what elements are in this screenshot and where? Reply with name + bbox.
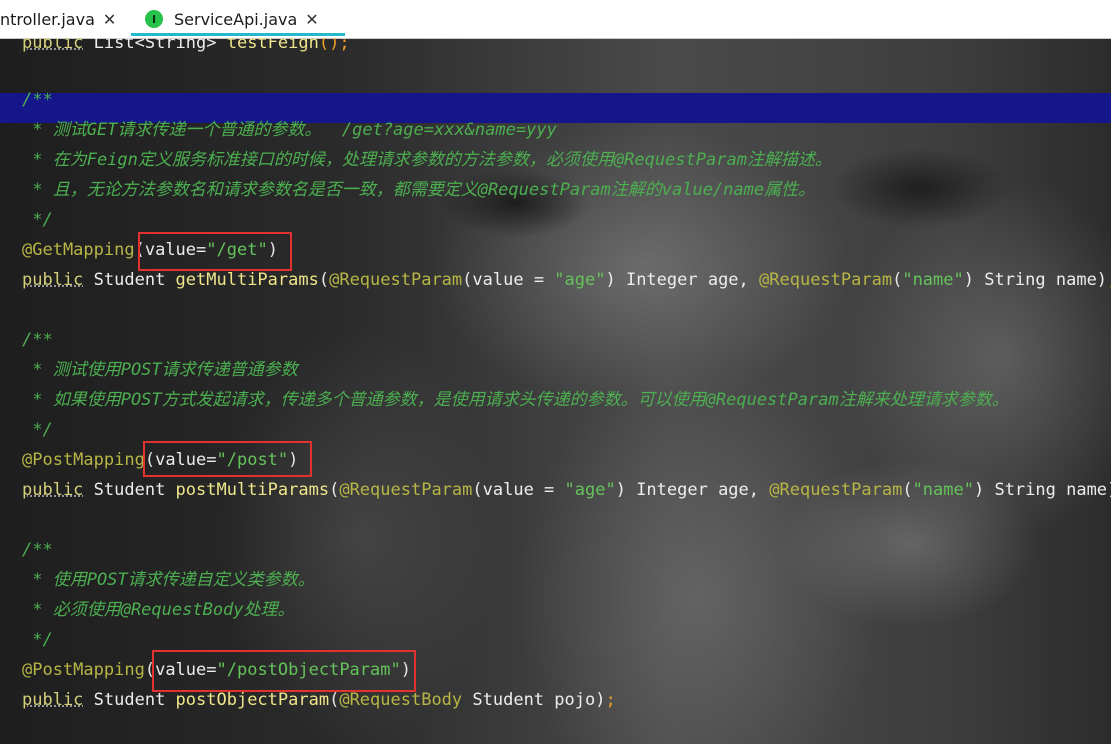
code-text: value = [482, 480, 565, 500]
code-line: public Student postMultiParams(@RequestP… [22, 475, 1111, 505]
annotation: @RequestParam [759, 270, 893, 290]
comment-line: * 测试使用POST请求传递普通参数 [22, 360, 298, 380]
close-icon[interactable]: ✕ [305, 10, 318, 29]
keyword: public [22, 38, 84, 53]
code-text: ( [892, 270, 903, 290]
code-text: ; [1107, 270, 1111, 290]
code-text: ) Integer age, [615, 480, 770, 500]
highlight-box [138, 232, 292, 271]
code-editor[interactable]: public List<String> testFeign(); /** * 测… [0, 38, 1111, 744]
code-text: ) Integer age, [605, 270, 760, 290]
comment-line: * 必须使用@RequestBody处理。 [22, 600, 295, 620]
code-text: ; [605, 690, 616, 710]
code-text: ( [329, 690, 340, 710]
code-text: ( [318, 270, 330, 290]
code-text: ( [329, 480, 340, 500]
interface-icon: I [145, 10, 163, 28]
method-name: postMultiParams [175, 480, 330, 500]
annotation: @PostMapping [22, 660, 145, 680]
annotation: @PostMapping [22, 450, 145, 470]
annotation: @RequestBody [339, 690, 463, 710]
highlight-box [143, 441, 312, 477]
comment-line: /** [22, 330, 53, 350]
annotation: @RequestParam [769, 480, 903, 500]
string-literal: "age" [554, 270, 606, 290]
comment-line: */ [22, 210, 53, 230]
code-text: ) String name) [963, 270, 1108, 290]
method-name: postObjectParam [175, 690, 330, 710]
comment-line: */ [22, 630, 53, 650]
editor-tab-bar: ntroller.java ✕ I ServiceApi.java ✕ [0, 0, 1111, 39]
code-text: ( [902, 480, 913, 500]
code-text: Student pojo) [462, 690, 606, 710]
comment-line: * 且，无论方法参数名和请求参数名是否一致，都需要定义@RequestParam… [22, 180, 816, 200]
annotation: @RequestParam [329, 270, 463, 290]
code-text: List<String> [83, 38, 227, 53]
comment-line: * 如果使用POST方式发起请求，传递多个普通参数，是使用请求头传递的参数。可以… [22, 390, 1009, 410]
code-text: Student [83, 270, 176, 290]
code-text: ) String name) [973, 480, 1111, 500]
method-name: getMultiParams [175, 270, 319, 290]
comment-line: * 使用POST请求传递自定义类参数。 [22, 570, 315, 590]
comment-line: /** [22, 90, 53, 110]
comment-line: */ [22, 420, 53, 440]
tab-label: ntroller.java [0, 9, 95, 29]
code-text: value = [472, 270, 555, 290]
string-literal: "name" [912, 480, 974, 500]
string-literal: "age" [564, 480, 616, 500]
tab-label: ServiceApi.java [174, 9, 298, 29]
tab-controller[interactable]: ntroller.java ✕ [0, 0, 116, 38]
code-text: Student [83, 690, 176, 710]
string-literal: "name" [902, 270, 964, 290]
annotation: @RequestParam [339, 480, 473, 500]
annotation: @GetMapping [22, 240, 135, 260]
method-name: testFeign [226, 38, 319, 53]
code-line: public List<String> testFeign(); [22, 38, 350, 58]
keyword: public [22, 270, 84, 290]
keyword: public [22, 690, 84, 710]
comment-line: /** [22, 540, 53, 560]
highlight-box [152, 650, 416, 692]
comment-line: * 测试GET请求传递一个普通的参数。 /get?age=xxx&name=yy… [22, 120, 557, 140]
keyword: public [22, 480, 84, 500]
close-icon[interactable]: ✕ [103, 10, 116, 29]
code-text: Student [83, 480, 176, 500]
comment-line: * 在为Feign定义服务标准接口的时候，处理请求参数的方法参数，必须使用@Re… [22, 150, 832, 170]
code-text: ( [472, 480, 483, 500]
tab-service-api[interactable]: I ServiceApi.java ✕ [131, 0, 345, 38]
code-text: (); [318, 38, 350, 53]
code-text: ( [462, 270, 473, 290]
